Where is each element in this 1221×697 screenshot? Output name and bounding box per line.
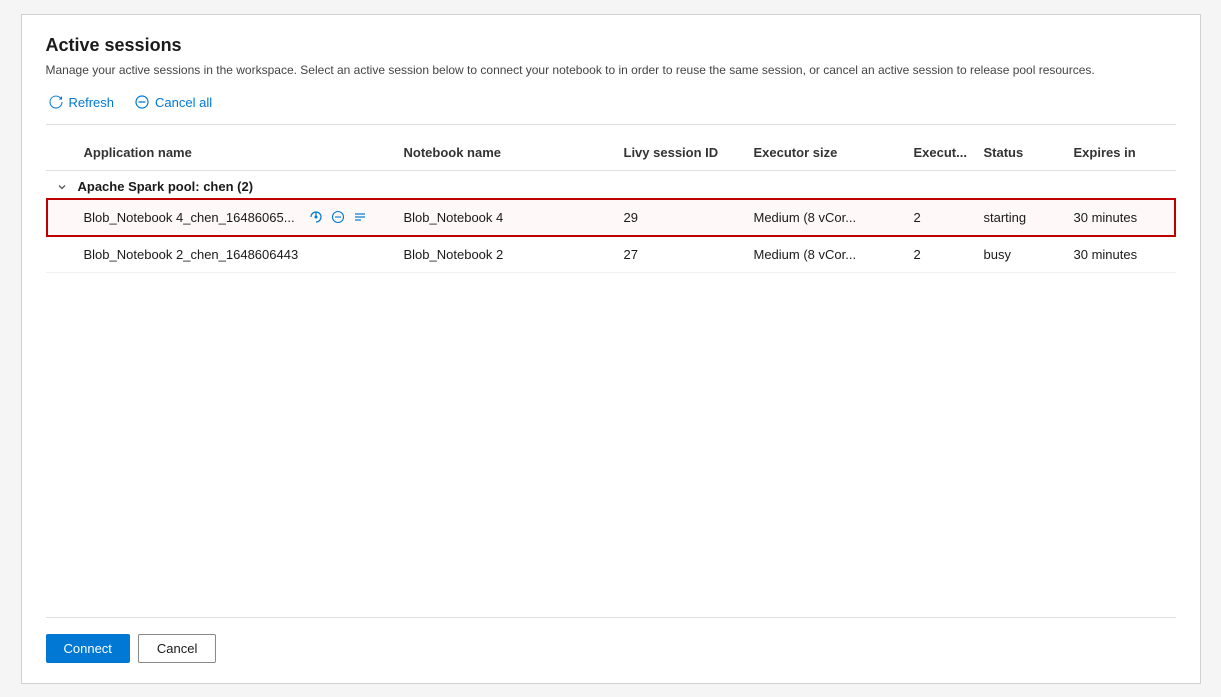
row2-status: busy: [978, 243, 1068, 266]
row1-app-name-text: Blob_Notebook 4_chen_16486065...: [84, 210, 295, 225]
row1-list-icon-btn[interactable]: [351, 208, 369, 226]
toolbar: Refresh Cancel all: [46, 90, 1176, 125]
row2-notebook-name: Blob_Notebook 2: [398, 243, 618, 266]
col-notebook-name: Notebook name: [398, 141, 618, 164]
row1-execut: 2: [908, 206, 978, 229]
table-row[interactable]: Blob_Notebook 4_chen_16486065...: [46, 198, 1176, 237]
refresh-button[interactable]: Refresh: [46, 90, 117, 114]
cancel-button[interactable]: Cancel: [138, 634, 216, 663]
group-chevron[interactable]: [46, 182, 78, 192]
dialog-title: Active sessions: [46, 35, 1176, 56]
row1-livy-id: 29: [618, 206, 748, 229]
row1-actions: [301, 208, 369, 226]
row2-expires: 30 minutes: [1068, 243, 1168, 266]
col-status: Status: [978, 141, 1068, 164]
dialog-subtitle: Manage your active sessions in the works…: [46, 62, 1176, 79]
connect-button[interactable]: Connect: [46, 634, 130, 663]
refresh-label: Refresh: [69, 95, 115, 110]
cancel-all-icon: [134, 94, 150, 110]
table-header: Application name Notebook name Livy sess…: [46, 135, 1176, 171]
row2-executor-size: Medium (8 vCor...: [748, 243, 908, 266]
row2-indent: [46, 251, 78, 259]
row1-notebook-name: Blob_Notebook 4: [398, 206, 618, 229]
col-app-name: Application name: [78, 141, 398, 164]
row1-indent: [46, 213, 78, 221]
row1-cancel-icon-btn[interactable]: [329, 208, 347, 226]
dialog-footer: Connect Cancel: [46, 617, 1176, 663]
col-expand: [46, 141, 78, 164]
row1-connect-icon-btn[interactable]: [307, 208, 325, 226]
col-expires: Expires in: [1068, 141, 1168, 164]
col-livy-session: Livy session ID: [618, 141, 748, 164]
table-row[interactable]: Blob_Notebook 2_chen_1648606443 Blob_Not…: [46, 237, 1176, 273]
row2-app-name: Blob_Notebook 2_chen_1648606443: [78, 243, 398, 266]
row1-executor-size: Medium (8 vCor...: [748, 206, 908, 229]
refresh-icon: [48, 94, 64, 110]
row1-app-name: Blob_Notebook 4_chen_16486065...: [78, 204, 398, 230]
col-execut: Execut...: [908, 141, 978, 164]
row2-livy-id: 27: [618, 243, 748, 266]
row1-expires: 30 minutes: [1068, 206, 1168, 229]
cancel-all-button[interactable]: Cancel all: [132, 90, 214, 114]
group-label: Apache Spark pool: chen (2): [78, 179, 1176, 194]
col-executor-size: Executor size: [748, 141, 908, 164]
group-row: Apache Spark pool: chen (2): [46, 171, 1176, 198]
row1-status: starting: [978, 206, 1068, 229]
cancel-all-label: Cancel all: [155, 95, 212, 110]
sessions-table: Application name Notebook name Livy sess…: [46, 135, 1176, 616]
active-sessions-dialog: Active sessions Manage your active sessi…: [21, 14, 1201, 684]
row2-execut: 2: [908, 243, 978, 266]
